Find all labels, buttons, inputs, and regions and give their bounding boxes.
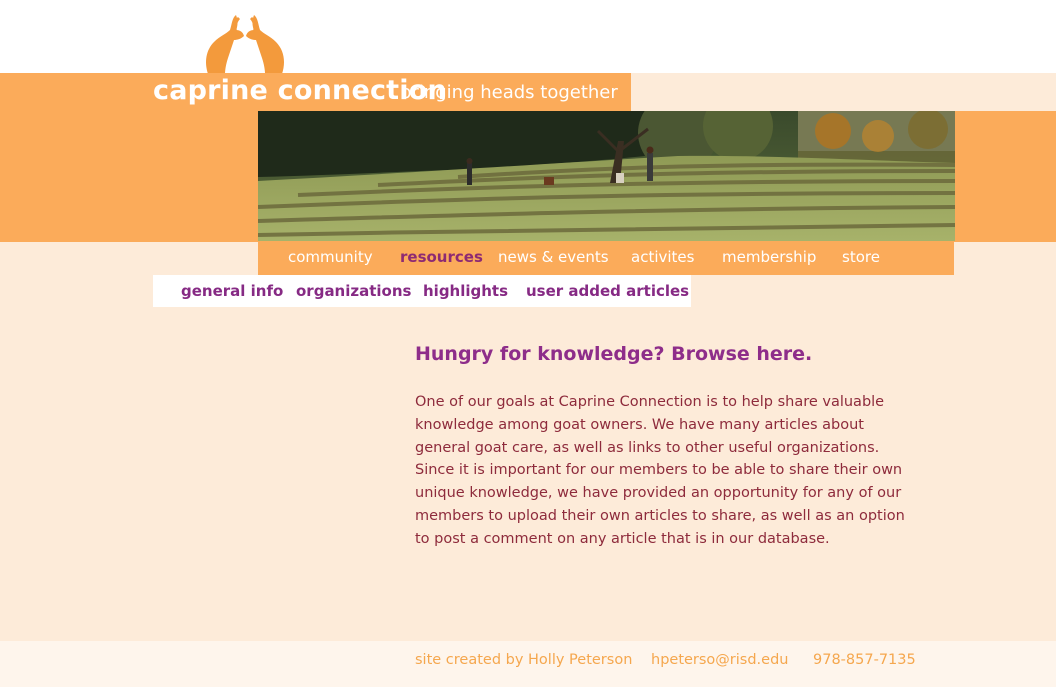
site-tagline: bringing heads together (400, 82, 618, 103)
hero-photo (258, 111, 955, 241)
nav-membership[interactable]: membership (722, 248, 816, 266)
nav-news-events[interactable]: news & events (498, 248, 609, 266)
sub-nav: general info organizations highlights us… (153, 275, 691, 307)
footer-phone: 978-857-7135 (813, 652, 916, 668)
page-heading: Hungry for knowledge? Browse here. (415, 343, 813, 365)
footer-email-link[interactable]: hpeterso@risd.edu (651, 652, 788, 668)
subnav-general-info[interactable]: general info (181, 282, 283, 300)
subnav-organizations[interactable]: organizations (296, 282, 411, 300)
main-nav: community resources news & events activi… (258, 242, 954, 275)
nav-resources[interactable]: resources (400, 248, 483, 266)
footer-credit: site created by Holly Peterson (415, 652, 633, 668)
nav-activites[interactable]: activites (631, 248, 694, 266)
goat-heads-logo-icon[interactable] (198, 12, 292, 76)
nav-store[interactable]: store (842, 248, 880, 266)
header-white-strip (0, 0, 1056, 73)
subnav-highlights[interactable]: highlights (423, 282, 508, 300)
intro-paragraph: One of our goals at Caprine Connection i… (415, 394, 905, 547)
subnav-user-added-articles[interactable]: user added articles (526, 282, 689, 300)
nav-community[interactable]: community (288, 248, 373, 266)
footer: site created by Holly Peterson hpeterso@… (0, 641, 1056, 687)
